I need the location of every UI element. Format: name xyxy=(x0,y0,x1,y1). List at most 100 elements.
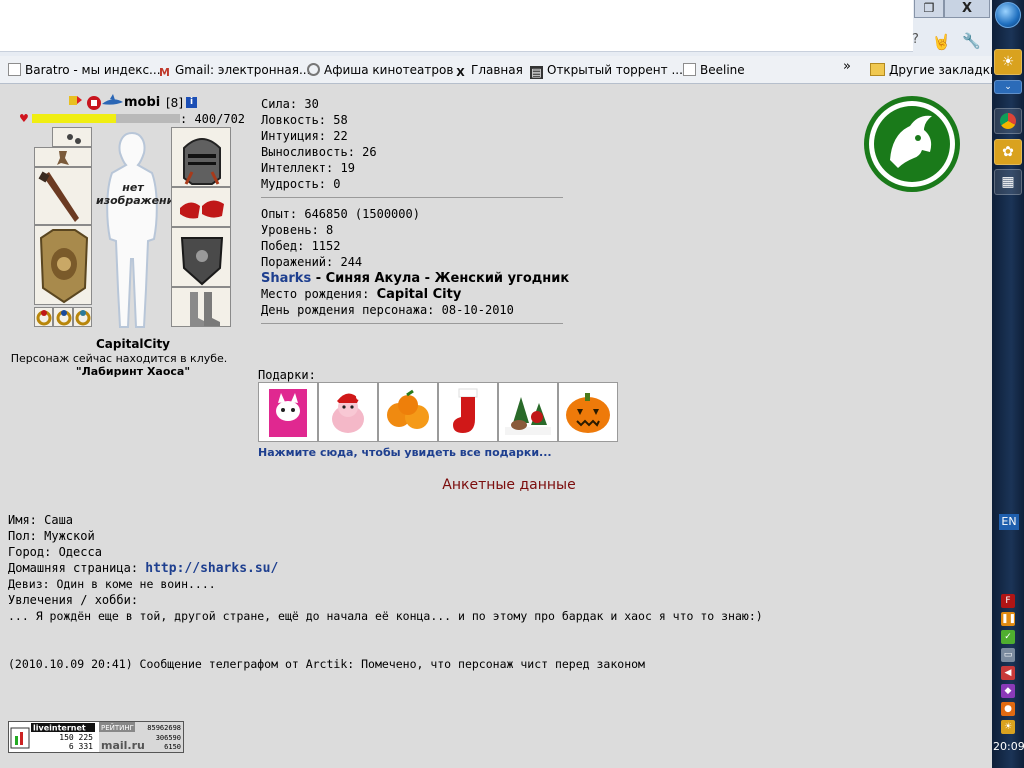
chest-armor-icon xyxy=(39,229,89,304)
ring-slot-1[interactable] xyxy=(34,307,53,327)
weapon-slot[interactable] xyxy=(34,167,92,225)
birth-place: Место рождения: Capital City xyxy=(261,287,462,302)
bookmark-label: Открытый торрент ... xyxy=(547,63,683,77)
tangerines-gift-icon xyxy=(387,389,429,429)
bookmark-torrent[interactable]: ▤ Открытый торрент ... xyxy=(530,63,683,79)
tray-sun-icon[interactable]: ☀ xyxy=(1001,720,1015,734)
stat-wisdom: Мудрость: 0 xyxy=(261,177,341,191)
bookmark-label: Афиша кинотеатров xyxy=(324,63,454,77)
window-restore-button[interactable]: ❐ xyxy=(914,0,944,18)
window-close-button[interactable]: X xyxy=(944,0,990,18)
ring-icon xyxy=(75,310,91,326)
gifts-label: Подарки: xyxy=(258,368,316,382)
taskbar-calendar-icon[interactable]: ▦ xyxy=(994,169,1022,195)
page-icon xyxy=(8,63,21,76)
gift-item[interactable] xyxy=(258,382,318,442)
rating-number: 85962698 xyxy=(147,724,181,732)
bookmark-star-icon[interactable]: ? xyxy=(912,32,922,50)
character-name[interactable]: mobi xyxy=(124,95,160,110)
hp-bar-fill xyxy=(32,114,117,123)
clan-title: - Синяя Акула - Женский угодник xyxy=(311,271,570,286)
language-indicator[interactable]: EN xyxy=(999,514,1019,530)
boots-slot[interactable] xyxy=(171,287,231,327)
wrench-icon[interactable]: 🔧 xyxy=(962,32,981,50)
bookmark-gmail[interactable]: M Gmail: электронная... xyxy=(158,63,310,79)
extension-horns-icon[interactable]: 🤘 xyxy=(932,33,951,51)
birth-divider xyxy=(261,323,563,324)
ring-icon xyxy=(56,310,72,326)
tray-fru-icon[interactable]: F xyxy=(1001,594,1015,608)
earrings-slot[interactable] xyxy=(52,127,92,147)
gift-item[interactable] xyxy=(318,382,378,442)
bookmarks-more-chevron-icon[interactable]: » xyxy=(843,59,851,74)
shield-slot[interactable] xyxy=(171,227,231,287)
bookmark-baratro[interactable]: Baratro - мы индекс... xyxy=(8,63,161,79)
stat-intuition: Интуиция: 22 xyxy=(261,129,348,143)
mailru-count-2: 6150 xyxy=(164,743,181,751)
taskbar-clock[interactable]: 20:09 xyxy=(993,740,1024,753)
profile-section-title: Анкетные данные xyxy=(442,477,576,493)
folder-icon xyxy=(870,63,885,76)
taskbar-app-flower-icon[interactable]: ✿ xyxy=(994,139,1022,165)
mailru-logo: mail.ru xyxy=(101,739,145,752)
telegraph-message: (2010.10.09 20:41) Сообщение телеграфом … xyxy=(8,657,645,671)
liveinternet-count-2: 6 331 xyxy=(69,742,93,751)
bunny-gift-icon xyxy=(332,393,364,433)
taskbar-chrome-icon[interactable] xyxy=(994,108,1022,134)
bookmark-main[interactable]: X Главная xyxy=(454,63,523,79)
gloves-icon xyxy=(180,200,224,219)
torrent-icon: ▤ xyxy=(530,66,543,79)
bookmark-other-folder[interactable]: Другие закладки xyxy=(870,63,998,79)
stat-agility: Ловкость: 58 xyxy=(261,113,348,127)
gmail-icon: M xyxy=(159,66,170,79)
gift-item[interactable] xyxy=(378,382,438,442)
tray-check-icon[interactable]: ✓ xyxy=(1001,630,1015,644)
pink-cat-gift-icon xyxy=(269,389,307,437)
character-club: "Лабиринт Хаоса" xyxy=(75,365,191,378)
tray-pause-icon[interactable]: ❚❚ xyxy=(1001,612,1016,626)
stat-wins: Побед: 1152 xyxy=(261,239,341,253)
gift-item[interactable] xyxy=(558,382,618,442)
tray-speaker-icon[interactable]: ◀ xyxy=(1001,666,1015,680)
stat-experience: Опыт: 646850 (1500000) xyxy=(261,207,420,221)
profile-motto: Девиз: Один в коме не воин.... xyxy=(8,577,216,591)
homepage-link[interactable]: http://sharks.su/ xyxy=(145,561,278,576)
ring-slot-3[interactable] xyxy=(73,307,92,327)
bookmark-label: Baratro - мы индекс... xyxy=(25,63,161,77)
armor-slot[interactable] xyxy=(34,225,92,305)
bookmark-label: Другие закладки xyxy=(889,63,998,77)
medal-icon xyxy=(87,96,101,110)
counter-banners[interactable]: liveinternet 150 225 6 331 РЕЙТИНГ 85962… xyxy=(8,721,184,753)
character-city: CapitalCity xyxy=(95,337,171,351)
profile-homepage: Домашняя страница: http://sharks.su/ xyxy=(8,561,279,576)
taskbar-expand-icon[interactable]: ⌄ xyxy=(994,80,1022,94)
heart-icon: ♥ xyxy=(19,112,29,125)
bookmark-afisha[interactable]: Афиша кинотеатров xyxy=(307,63,453,79)
ring-slot-2[interactable] xyxy=(53,307,73,327)
amulet-icon xyxy=(57,151,69,165)
tray-app-icon[interactable]: ◆ xyxy=(1001,684,1015,698)
gift-item[interactable] xyxy=(498,382,558,442)
gloves-slot[interactable] xyxy=(171,187,231,227)
clan-link[interactable]: Sharks xyxy=(261,271,311,286)
tray-windows-icon[interactable]: ▭ xyxy=(1001,648,1015,662)
stat-strength: Сила: 30 xyxy=(261,97,319,111)
bookmark-beeline[interactable]: Beeline xyxy=(683,63,745,79)
windows-start-icon[interactable] xyxy=(995,2,1021,28)
christmas-stocking-gift-icon xyxy=(453,388,478,433)
all-gifts-link[interactable]: Нажмите сюда, чтобы увидеть все подарки.… xyxy=(258,446,552,459)
helmet-icon xyxy=(183,138,221,185)
address-bar[interactable] xyxy=(0,0,913,52)
amulet-slot[interactable] xyxy=(34,147,92,167)
profile-city: Город: Одесса xyxy=(8,545,102,559)
clan-line: Sharks - Синяя Акула - Женский угодник xyxy=(261,271,569,286)
bookmark-label: Gmail: электронная... xyxy=(175,63,311,77)
alignment-icons xyxy=(68,92,124,115)
gift-item[interactable] xyxy=(438,382,498,442)
tray-orange-icon[interactable]: ● xyxy=(1001,702,1015,716)
clan-emblem-goat-icon[interactable] xyxy=(862,94,962,194)
helmet-slot[interactable] xyxy=(171,127,231,187)
taskbar-app-sun-icon[interactable]: ☀ xyxy=(994,49,1022,75)
info-icon[interactable]: i xyxy=(186,97,197,108)
film-reel-icon xyxy=(307,63,320,76)
